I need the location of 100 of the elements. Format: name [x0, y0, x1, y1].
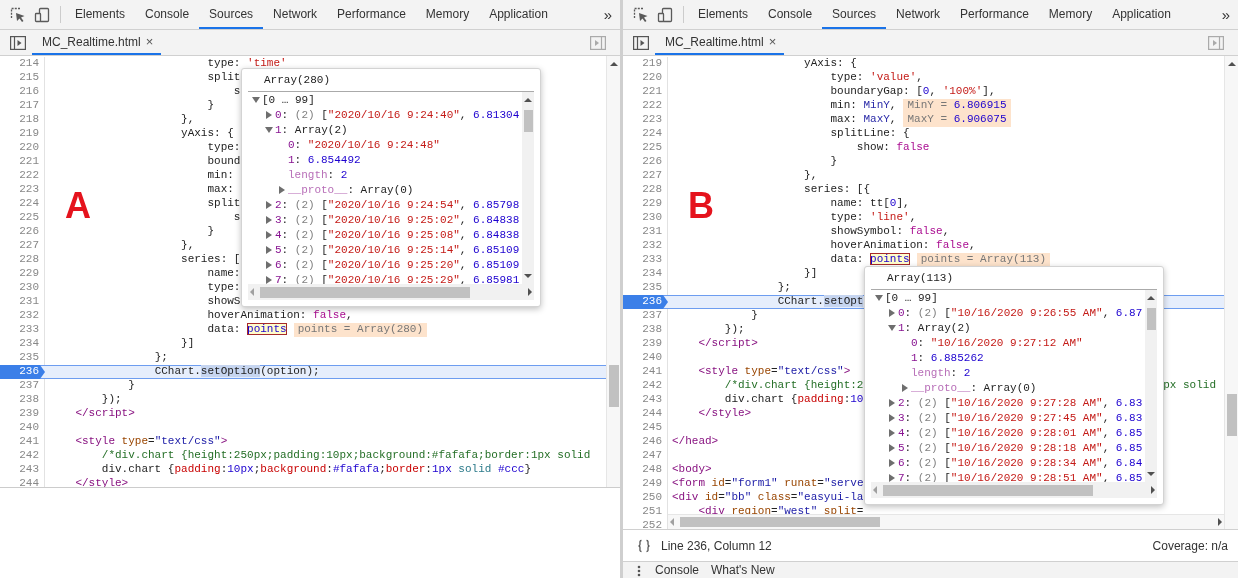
- sidebar-toggle-icon[interactable]: [633, 35, 649, 50]
- disclosure-triangle-icon[interactable]: [265, 260, 273, 269]
- disclosure-triangle-icon[interactable]: [265, 275, 273, 284]
- pretty-print-icon[interactable]: [637, 538, 651, 553]
- scrollbar-thumb[interactable]: [1226, 393, 1237, 436]
- sidebar-toggle-icon[interactable]: [10, 35, 26, 50]
- scrollbar-thumb[interactable]: [680, 517, 880, 527]
- inspect-cursor-icon[interactable]: [633, 6, 649, 23]
- horizontal-scrollbar[interactable]: [871, 482, 1157, 498]
- line-number[interactable]: 225: [623, 141, 668, 155]
- line-number[interactable]: 246: [623, 435, 668, 449]
- tree-entry[interactable]: 4: (2) ["10/16/2020 9:28:01 AM", 6.85: [898, 426, 1143, 439]
- line-number[interactable]: 225: [0, 211, 45, 225]
- tab[interactable]: Elements: [688, 0, 759, 29]
- line-number[interactable]: 220: [0, 141, 45, 155]
- tab[interactable]: Application: [479, 0, 558, 29]
- line-number[interactable]: 240: [0, 421, 45, 435]
- right-arrow-icon[interactable]: [1149, 485, 1157, 495]
- tab[interactable]: Network: [886, 0, 951, 29]
- sidebar-toggle-icon[interactable]: [1208, 35, 1224, 50]
- line-number[interactable]: 226: [623, 155, 668, 169]
- line-number[interactable]: 250: [623, 491, 668, 505]
- down-arrow-icon[interactable]: [1146, 470, 1156, 478]
- tree-entry[interactable]: 7: (2) ["2020/10/16 9:25:29", 6.85981: [275, 273, 520, 284]
- line-number[interactable]: 227: [623, 169, 668, 183]
- tab[interactable]: Memory: [1038, 0, 1103, 29]
- tab[interactable]: Memory: [415, 0, 480, 29]
- disclosure-triangle-icon[interactable]: [888, 443, 896, 452]
- tree-entry[interactable]: __proto__: Array(0): [911, 381, 1037, 394]
- line-number[interactable]: 222: [623, 99, 668, 113]
- tree-entry[interactable]: 5: (2) ["10/16/2020 9:28:18 AM", 6.85: [898, 441, 1143, 454]
- vertical-scrollbar[interactable]: [522, 92, 534, 284]
- up-arrow-icon[interactable]: [1146, 294, 1156, 302]
- line-number[interactable]: 216: [0, 85, 45, 99]
- line-number[interactable]: 229: [0, 267, 45, 281]
- devices-icon[interactable]: [34, 6, 50, 23]
- tree-entry[interactable]: 5: (2) ["2020/10/16 9:25:14", 6.85109: [275, 243, 520, 256]
- inspect-cursor-icon[interactable]: [10, 6, 26, 23]
- disclosure-triangle-icon[interactable]: [888, 308, 896, 317]
- vertical-scrollbar[interactable]: [1145, 290, 1157, 482]
- disclosure-triangle-icon[interactable]: [265, 200, 273, 209]
- tree-entry[interactable]: 2: (2) ["10/16/2020 9:27:28 AM", 6.83: [898, 396, 1143, 409]
- tab[interactable]: Console: [758, 0, 823, 29]
- tree-entry[interactable]: [0 … 99]: [262, 93, 315, 106]
- line-number[interactable]: 228: [0, 253, 45, 267]
- more-tabs-button[interactable]: »: [595, 0, 620, 29]
- line-number[interactable]: 229: [623, 197, 668, 211]
- tree-entry[interactable]: [0 … 99]: [885, 291, 938, 304]
- disclosure-triangle-icon[interactable]: [265, 245, 273, 254]
- line-number[interactable]: 239: [0, 407, 45, 421]
- line-number[interactable]: 230: [623, 211, 668, 225]
- line-number[interactable]: 228: [623, 183, 668, 197]
- up-arrow-icon[interactable]: [1226, 60, 1237, 68]
- scrollbar-thumb[interactable]: [523, 110, 533, 132]
- line-number[interactable]: 236: [623, 295, 668, 309]
- line-number[interactable]: 242: [623, 379, 668, 393]
- tree-entry[interactable]: 1: Array(2): [275, 123, 348, 136]
- line-number[interactable]: 232: [0, 309, 45, 323]
- line-number[interactable]: 240: [623, 351, 668, 365]
- more-icon[interactable]: [637, 565, 641, 577]
- line-number[interactable]: 241: [0, 435, 45, 449]
- disclosure-triangle-icon[interactable]: [265, 215, 273, 224]
- line-number[interactable]: 217: [0, 99, 45, 113]
- tab[interactable]: Application: [1102, 0, 1181, 29]
- tab[interactable]: Network: [263, 0, 328, 29]
- horizontal-scrollbar[interactable]: [248, 284, 534, 300]
- line-number[interactable]: 215: [0, 71, 45, 85]
- disclosure-triangle-icon[interactable]: [888, 458, 896, 467]
- drawer-tab[interactable]: Console: [649, 562, 706, 577]
- tree-entry[interactable]: 2: (2) ["2020/10/16 9:24:54", 6.85798: [275, 198, 520, 211]
- line-number[interactable]: 230: [0, 281, 45, 295]
- disclosure-triangle-icon[interactable]: [901, 383, 909, 392]
- tree-entry[interactable]: 7: (2) ["10/16/2020 9:28:51 AM", 6.85: [898, 471, 1143, 482]
- vertical-scrollbar[interactable]: [1224, 56, 1238, 529]
- disclosure-triangle-icon[interactable]: [252, 95, 260, 104]
- line-number[interactable]: 219: [0, 127, 45, 141]
- scrollbar-thumb[interactable]: [260, 286, 470, 298]
- more-tabs-button[interactable]: »: [1213, 0, 1238, 29]
- line-number[interactable]: 233: [623, 253, 668, 267]
- tree-entry[interactable]: 1: Array(2): [898, 321, 971, 334]
- right-arrow-icon[interactable]: [1216, 517, 1224, 527]
- file-tab[interactable]: MC_Realtime.html ×: [655, 30, 785, 55]
- scrollbar-thumb[interactable]: [883, 484, 1093, 496]
- line-number[interactable]: 241: [623, 365, 668, 379]
- disclosure-triangle-icon[interactable]: [888, 323, 896, 332]
- tab[interactable]: Console: [135, 0, 200, 29]
- tree-entry[interactable]: 0: (2) ["10/16/2020 9:26:55 AM", 6.87: [898, 306, 1143, 319]
- line-number[interactable]: 243: [0, 463, 45, 477]
- line-number[interactable]: 249: [623, 477, 668, 491]
- disclosure-triangle-icon[interactable]: [888, 398, 896, 407]
- up-arrow-icon[interactable]: [608, 60, 619, 68]
- tab[interactable]: Performance: [950, 0, 1039, 29]
- devices-icon[interactable]: [657, 6, 673, 23]
- file-tab[interactable]: MC_Realtime.html ×: [32, 30, 162, 55]
- disclosure-triangle-icon[interactable]: [888, 473, 896, 482]
- line-number[interactable]: 236: [0, 365, 45, 379]
- drawer-tab[interactable]: What's New: [705, 562, 781, 577]
- line-number[interactable]: 238: [623, 323, 668, 337]
- vertical-scrollbar[interactable]: [606, 56, 620, 487]
- line-number[interactable]: 223: [0, 183, 45, 197]
